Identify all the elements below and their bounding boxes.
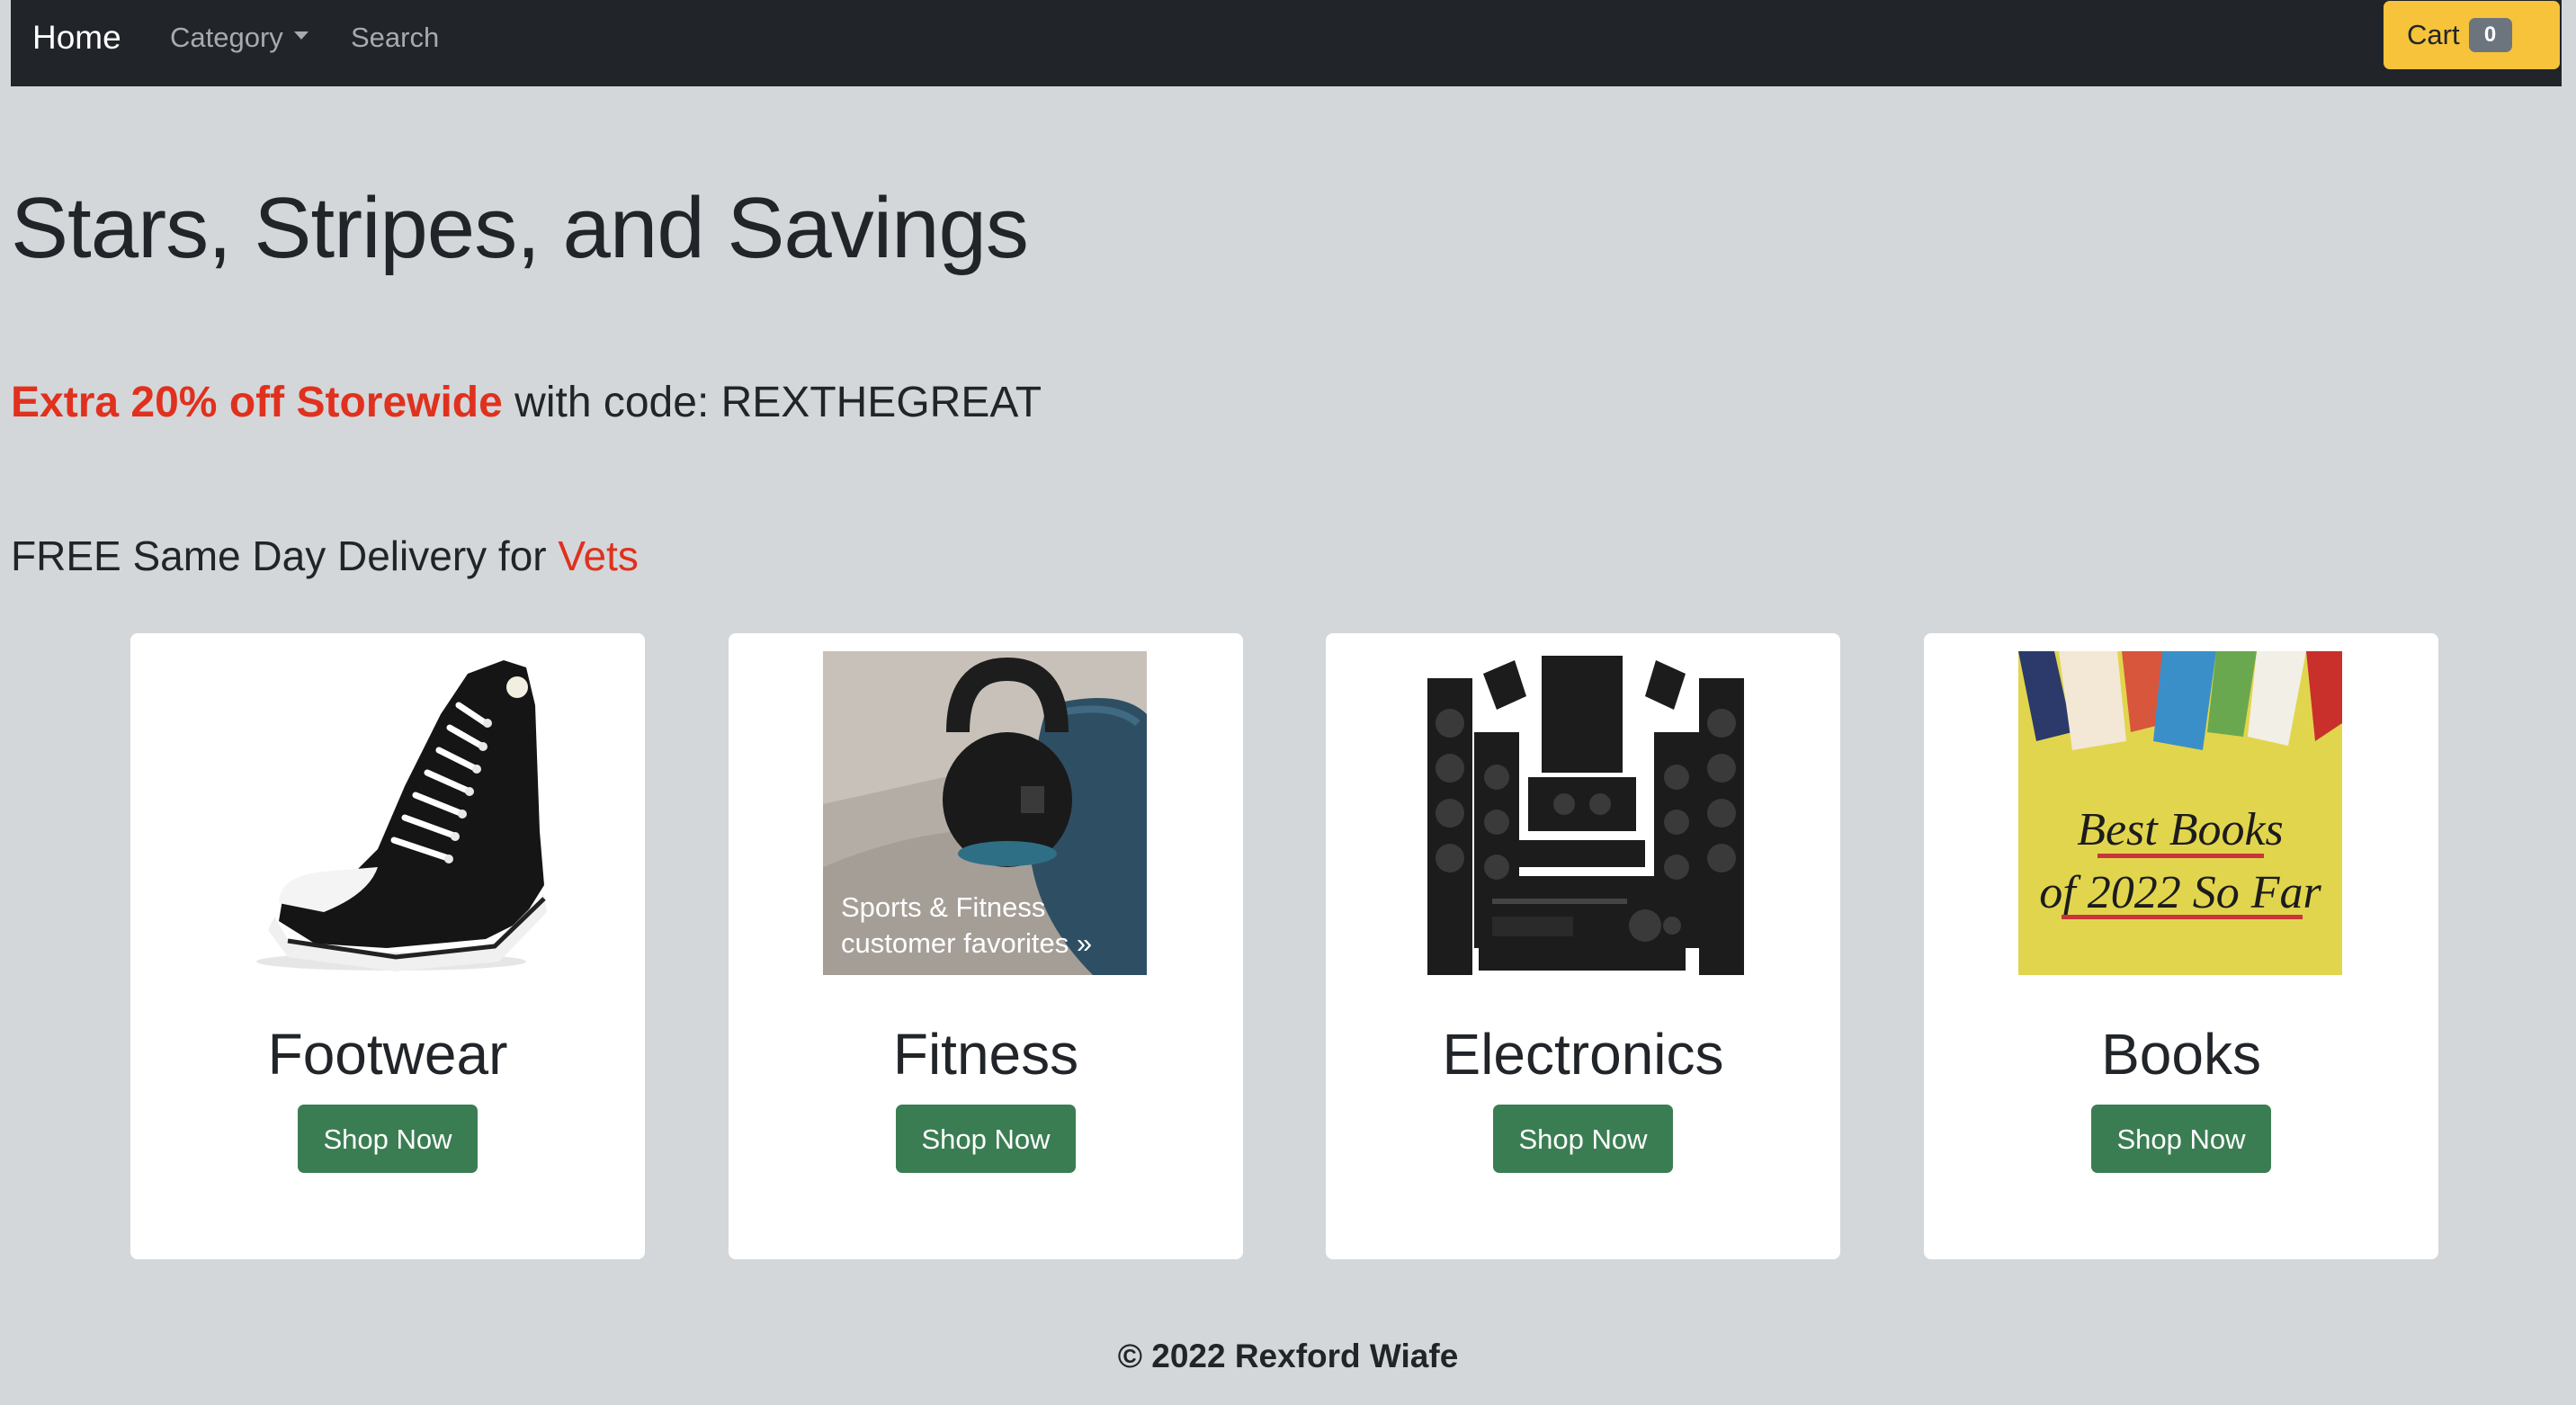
- shop-now-button-books[interactable]: Shop Now: [2091, 1105, 2271, 1173]
- caret-down-icon: [293, 31, 309, 40]
- sneaker-image: [225, 651, 549, 975]
- category-card-electronics: Electronics Shop Now: [1326, 633, 1840, 1259]
- shop-now-button-fitness[interactable]: Shop Now: [896, 1105, 1076, 1173]
- card-title: Footwear: [267, 1022, 508, 1087]
- delivery-highlight: Vets: [558, 532, 639, 579]
- promo-line: Extra 20% off Storewide with code: REXTH…: [11, 376, 1042, 430]
- page: Home Category Search Cart 0 Stars, Strip…: [0, 0, 2576, 1405]
- cart-button[interactable]: Cart 0: [2384, 1, 2560, 69]
- image-caption: of 2022 So Far: [2039, 867, 2321, 918]
- nav-search-link[interactable]: Search: [351, 20, 439, 56]
- nav-category-label: Category: [170, 22, 283, 53]
- delivery-text: FREE Same Day Delivery for: [11, 532, 559, 579]
- card-title: Fitness: [892, 1022, 1079, 1087]
- page-title: Stars, Stripes, and Savings: [11, 180, 1029, 276]
- promo-highlight: Extra 20% off Storewide: [11, 379, 503, 426]
- image-caption: customer favorites »: [841, 927, 1092, 959]
- category-card-books: Best Books of 2022 So Far Books Shop Now: [1924, 633, 2438, 1259]
- cart-count-badge: 0: [2468, 18, 2512, 52]
- image-caption: Sports & Fitness: [841, 891, 1045, 923]
- promo-code-text: with code: REXTHEGREAT: [502, 379, 1042, 426]
- image-caption: Best Books: [2077, 804, 2284, 855]
- cart-label: Cart: [2407, 19, 2460, 50]
- card-title: Electronics: [1442, 1022, 1724, 1087]
- home-theater-image: [1420, 651, 1744, 975]
- navbar: Home Category Search Cart 0: [11, 0, 2562, 86]
- books-banner-image: Best Books of 2022 So Far: [2018, 651, 2342, 975]
- nav-home-link[interactable]: Home: [32, 18, 121, 58]
- nav-category-dropdown[interactable]: Category: [170, 20, 309, 56]
- shop-now-button-electronics[interactable]: Shop Now: [1493, 1105, 1673, 1173]
- category-card-fitness: Sports & Fitness customer favorites » Fi…: [729, 633, 1243, 1259]
- kettlebell-image: Sports & Fitness customer favorites »: [823, 651, 1147, 975]
- shop-now-button-footwear[interactable]: Shop Now: [298, 1105, 478, 1173]
- delivery-line: FREE Same Day Delivery for Vets: [11, 529, 639, 583]
- category-card-footwear: Footwear Shop Now: [130, 633, 645, 1259]
- card-title: Books: [2101, 1022, 2261, 1087]
- footer-copyright: © 2022 Rexford Wiafe: [1117, 1338, 1459, 1374]
